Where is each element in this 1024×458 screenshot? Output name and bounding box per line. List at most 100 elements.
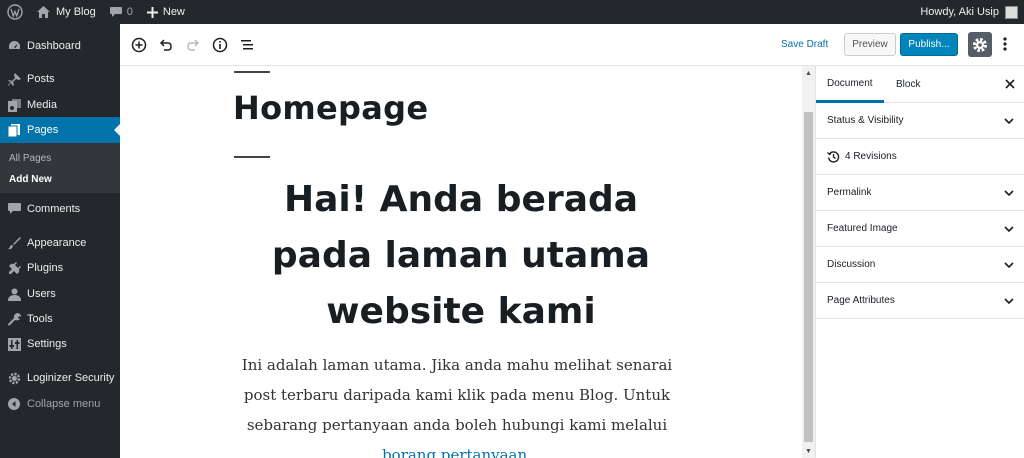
separator-block[interactable] [234,71,270,73]
sidebar-item-settings[interactable]: Settings [0,331,120,357]
sidebar-item-loginizer[interactable]: Loginizer Security [0,365,120,391]
panel-status-visibility[interactable]: Status & Visibility [816,103,1024,139]
admin-bar: My Blog 0 New Howdy, Aki Usip [0,0,1024,24]
redo-icon [187,39,200,51]
sidebar-item-comments[interactable]: Comments [0,196,120,222]
panel-label: Featured Image [827,223,898,234]
site-name-label: My Blog [56,6,96,18]
chevron-down-icon [1003,115,1015,127]
chevron-down-icon [1003,295,1015,307]
dashboard-icon [7,39,21,53]
undo-button[interactable] [156,35,176,55]
publish-button[interactable]: Publish... [900,33,958,56]
new-content-link[interactable]: New [140,0,192,24]
paragraph-end: . [527,446,532,458]
admin-sidebar: Dashboard Posts Media Pages All Pages Ad… [0,24,120,458]
comment-bubble-icon [109,6,122,18]
panel-label: Status & Visibility [827,115,904,126]
block-navigation-button[interactable] [237,35,257,55]
tab-block[interactable]: Block [885,66,931,103]
save-draft-button[interactable]: Save Draft [781,39,828,50]
add-block-button[interactable] [129,35,149,55]
panel-label: Permalink [827,187,872,198]
sidebar-item-posts[interactable]: Posts [0,66,120,92]
submenu-all-pages[interactable]: All Pages [9,153,51,164]
comments-link[interactable]: 0 [103,0,140,24]
preview-button[interactable]: Preview [844,33,896,56]
panel-revisions[interactable]: 4 Revisions [816,139,1024,175]
sidebar-item-pages[interactable]: Pages [0,117,120,143]
sidebar-item-label: Loginizer Security [27,372,115,384]
list-icon [241,40,253,50]
editor-toolbar: Save Draft Preview Publish... [120,24,1024,66]
sidebar-item-label: Media [27,99,57,111]
pages-submenu: All Pages Add New [0,143,120,193]
gear-icon [7,371,21,385]
panel-page-attributes[interactable]: Page Attributes [816,283,1024,319]
more-vertical-icon [1003,37,1007,51]
heading-block[interactable]: Hai! Anda berada pada laman utama websit… [230,172,692,340]
collapse-label: Collapse menu [27,398,101,410]
my-account-link[interactable]: Howdy, Aki Usip [920,5,1024,19]
close-icon[interactable] [1004,78,1016,90]
separator-block[interactable] [234,156,270,158]
avatar [1005,5,1018,19]
sidebar-item-users[interactable]: Users [0,281,120,307]
scroll-thumb[interactable] [804,112,813,442]
panel-permalink[interactable]: Permalink [816,175,1024,211]
comment-icon [7,202,21,216]
sidebar-item-label: Appearance [27,237,87,249]
redo-button[interactable] [183,35,203,55]
sidebar-item-label: Tools [27,313,53,325]
content-scrollbar[interactable]: ▲ ▼ [802,66,815,458]
sidebar-item-label: Dashboard [27,40,81,52]
brush-icon [7,236,21,250]
chevron-down-icon [1003,187,1015,199]
chevron-down-icon [1003,223,1015,235]
collapse-menu-button[interactable]: Collapse menu [0,391,120,417]
sidebar-item-label: Settings [27,338,67,350]
panel-discussion[interactable]: Discussion [816,247,1024,283]
sidebar-item-label: Users [27,288,56,300]
info-icon [212,37,228,53]
settings-icon [7,337,21,351]
sidebar-item-label: Pages [27,124,59,136]
scroll-down-arrow-icon[interactable]: ▼ [802,444,815,458]
settings-sidebar: Document Block Status & Visibility 4 Rev… [815,66,1024,458]
settings-toggle-button[interactable] [968,32,992,57]
sidebar-item-tools[interactable]: Tools [0,306,120,332]
paragraph-text: Ini adalah laman utama. Jika anda mahu m… [241,356,673,434]
scroll-up-arrow-icon[interactable]: ▲ [802,66,815,80]
sidebar-item-label: Posts [27,73,55,85]
sidebar-item-dashboard[interactable]: Dashboard [0,33,120,59]
content-info-button[interactable] [210,35,230,55]
undo-icon [159,39,172,51]
comment-count: 0 [126,6,133,18]
tab-document[interactable]: Document [816,66,884,103]
panel-label: Discussion [827,259,876,270]
editor-canvas: Homepage Hai! Anda berada pada laman uta… [120,66,802,458]
user-icon [7,287,21,301]
sidebar-item-label: Plugins [27,262,64,274]
contact-form-link[interactable]: borang pertanyaan [382,446,527,458]
page-title[interactable]: Homepage [233,89,428,127]
sidebar-item-plugins[interactable]: Plugins [0,255,120,281]
sidebar-item-media[interactable]: Media [0,92,120,118]
chevron-down-icon [1003,259,1015,271]
howdy-label: Howdy, Aki Usip [920,6,999,18]
paragraph-block[interactable]: Ini adalah laman utama. Jika anda mahu m… [227,350,687,458]
collapse-icon [7,397,21,411]
wrench-icon [7,312,21,326]
site-name-link[interactable]: My Blog [30,0,103,24]
new-label: New [162,6,185,18]
gear-icon [973,37,987,52]
panel-featured-image[interactable]: Featured Image [816,211,1024,247]
submenu-add-new[interactable]: Add New [9,174,52,185]
history-icon [827,150,840,163]
pages-icon [7,123,21,137]
sidebar-item-appearance[interactable]: Appearance [0,230,120,256]
more-tools-button[interactable] [998,33,1012,55]
sidebar-item-label: Comments [27,203,81,215]
wordpress-logo-icon[interactable] [0,0,30,24]
pin-icon [7,72,21,86]
